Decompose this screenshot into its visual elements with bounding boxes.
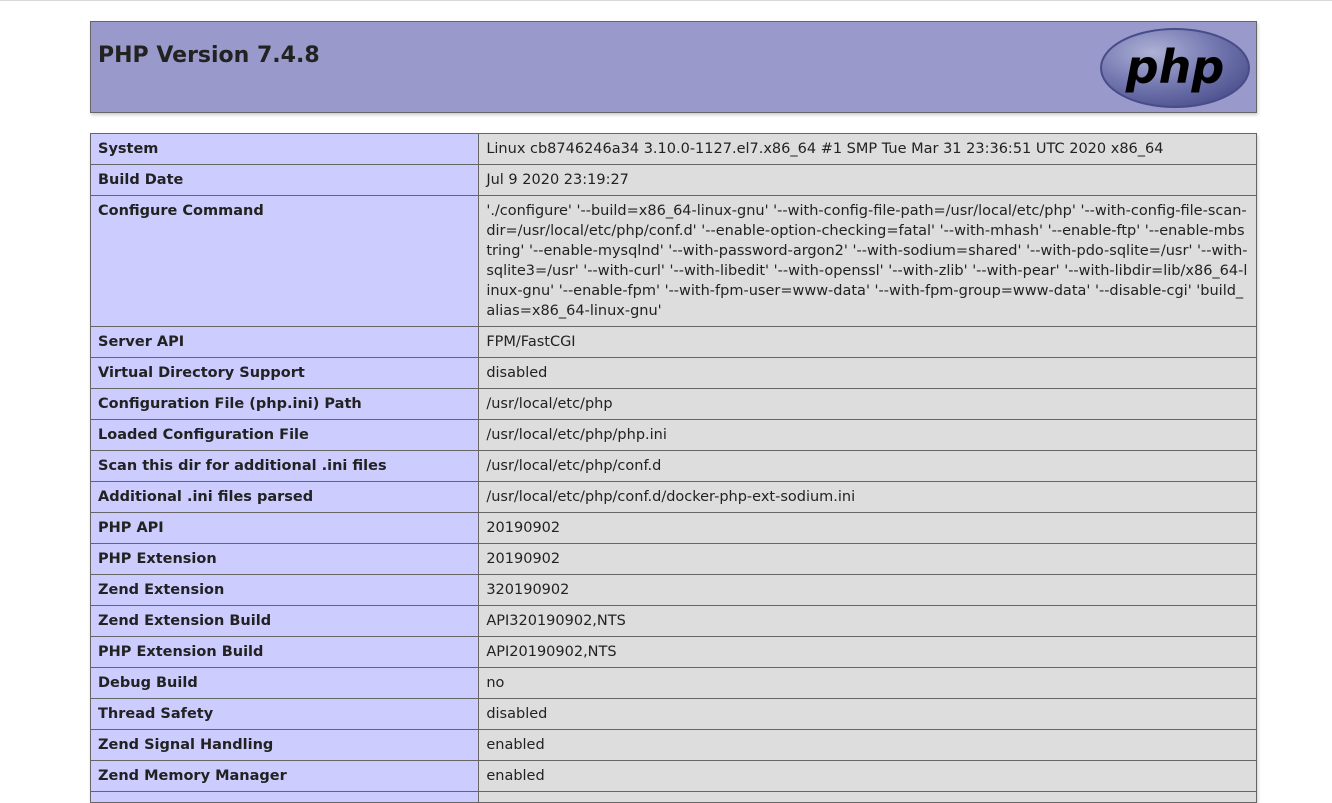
table-row: Virtual Directory Support disabled (89, 357, 1257, 389)
row-label: Thread Safety (89, 698, 480, 730)
row-value: 20190902 (478, 543, 1257, 575)
row-value: no (478, 667, 1257, 699)
table-row: System Linux cb8746246a34 3.10.0-1127.el7… (89, 133, 1257, 165)
table-row: Build Date Jul 9 2020 23:19:27 (89, 164, 1257, 196)
page-title: PHP Version 7.4.8 (98, 43, 320, 68)
row-label: PHP Extension Build (89, 636, 480, 668)
php-logo: php (1100, 28, 1250, 108)
table-row: Server API FPM/FastCGI (89, 326, 1257, 358)
row-value: API320190902,NTS (478, 605, 1257, 637)
row-value: disabled (478, 357, 1257, 389)
table-row: Thread Safety disabled (89, 698, 1257, 730)
row-value: API20190902,NTS (478, 636, 1257, 668)
row-label: Virtual Directory Support (89, 357, 480, 389)
table-row: Zend Extension Build API320190902,NTS (89, 605, 1257, 637)
row-value: /usr/local/etc/php/conf.d (478, 450, 1257, 482)
row-label: Loaded Configuration File (89, 419, 480, 451)
row-label: Zend Extension (89, 574, 480, 606)
row-label: System (89, 133, 480, 165)
row-label: Server API (89, 326, 480, 358)
table-row: Zend Signal Handling enabled (89, 729, 1257, 761)
row-value: /usr/local/etc/php (478, 388, 1257, 420)
row-label: Configuration File (php.ini) Path (89, 388, 480, 420)
table-row: Scan this dir for additional .ini files /… (89, 450, 1257, 482)
row-label: Debug Build (89, 667, 480, 699)
row-label: Build Date (89, 164, 480, 196)
row-value: Linux cb8746246a34 3.10.0-1127.el7.x86_6… (478, 133, 1257, 165)
row-value: 20190902 (478, 512, 1257, 544)
table-row: Loaded Configuration File/usr/local/etc/… (89, 419, 1257, 451)
top-divider (0, 0, 1332, 1)
row-label: PHP API (89, 512, 480, 544)
row-label: Zend Extension Build (89, 605, 480, 637)
row-label: PHP Extension (89, 543, 480, 575)
php-logo-text: php (1125, 40, 1225, 94)
table-row: Configure Command './configure' '--build=… (89, 195, 1257, 327)
table-row: Zend Memory Manager enabled (89, 760, 1257, 792)
row-label: Scan this dir for additional .ini files (89, 450, 480, 482)
row-label: Zend Signal Handling (89, 729, 480, 761)
table-row: PHP API 20190902 (89, 512, 1257, 544)
table-row: Debug Build no (89, 667, 1257, 699)
row-label: Configure Command (89, 195, 480, 327)
phpinfo-container: PHP Version 7.4.8 php System Linux cb8746… (89, 21, 1257, 803)
row-value: Jul 9 2020 23:19:27 (478, 164, 1257, 196)
row-value: /usr/local/etc/php/php.ini (478, 419, 1257, 451)
row-value: './configure' '--build=x86_64-linux-gnu'… (478, 195, 1257, 327)
table-row: PHP Extension 20190902 (89, 543, 1257, 575)
page-header: PHP Version 7.4.8 php (90, 21, 1257, 113)
row-value: disabled (478, 698, 1257, 730)
row-value: /usr/local/etc/php/conf.d/docker-php-ext… (478, 481, 1257, 513)
row-label: Additional .ini files parsed (89, 481, 480, 513)
row-value: 320190902 (478, 574, 1257, 606)
info-table: System Linux cb8746246a34 3.10.0-1127.el7… (89, 133, 1257, 803)
row-value: enabled (478, 760, 1257, 792)
table-row: Configuration File (php.ini) Path/usr/lo… (89, 388, 1257, 420)
table-row: Additional .ini files parsed/usr/local/e… (89, 481, 1257, 513)
table-row: Zend Extension 320190902 (89, 574, 1257, 606)
row-value: enabled (478, 729, 1257, 761)
row-value: FPM/FastCGI (478, 326, 1257, 358)
table-row: PHP Extension Build API20190902,NTS (89, 636, 1257, 668)
row-label: Zend Memory Manager (89, 760, 480, 792)
